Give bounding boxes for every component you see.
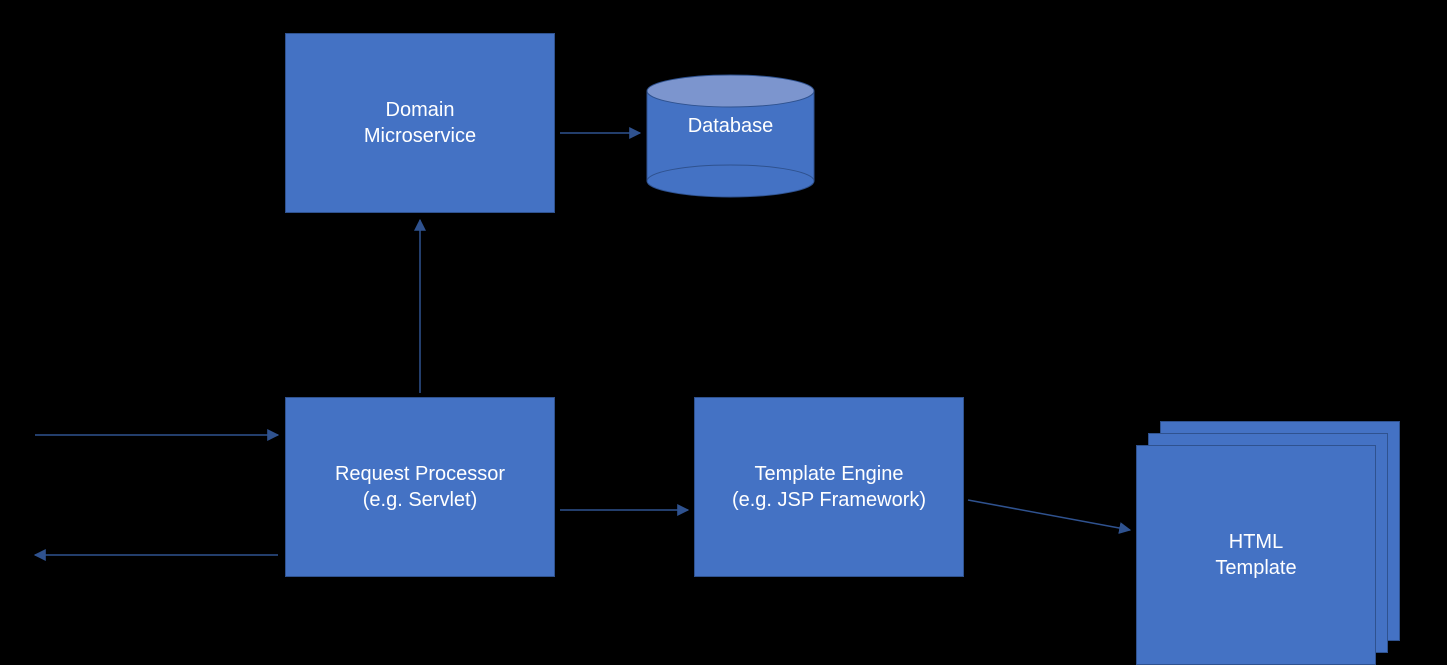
label-template-engine: Template Engine(e.g. JSP Framework): [732, 461, 926, 513]
label-domain-microservice: DomainMicroservice: [364, 97, 476, 149]
box-domain-microservice: DomainMicroservice: [285, 33, 555, 213]
box-request-processor: Request Processor(e.g. Servlet): [285, 397, 555, 577]
label-request-processor: Request Processor(e.g. Servlet): [335, 461, 505, 513]
arrow-to-html-template: [968, 500, 1130, 530]
architecture-diagram: DomainMicroservice Database Request Proc…: [0, 0, 1447, 662]
box-template-engine: Template Engine(e.g. JSP Framework): [694, 397, 964, 577]
box-html-template: HTMLTemplate: [1136, 445, 1376, 665]
label-html-template: HTMLTemplate: [1215, 529, 1296, 581]
label-database: Database: [647, 115, 814, 138]
